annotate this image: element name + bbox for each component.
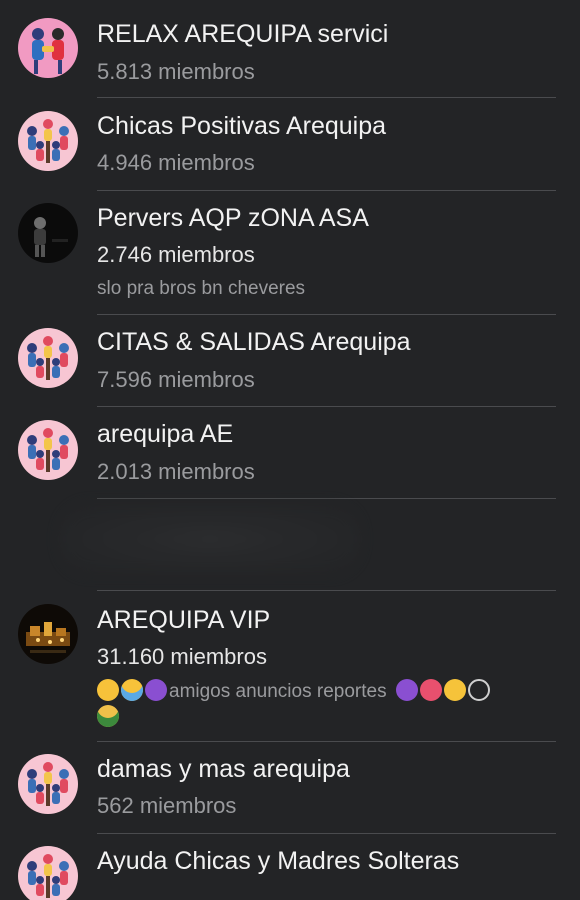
group-title: Chicas Positivas Arequipa — [97, 112, 387, 140]
member-count: 7.596 miembros — [97, 367, 255, 392]
list-item[interactable]: Pervers AQP zONA ASA 2.746 miembros slo … — [0, 190, 580, 315]
group-title: Ayuda Chicas y Madres Solteras — [97, 847, 460, 875]
group-illustration-avatar — [18, 754, 78, 814]
group-illustration-avatar — [18, 111, 78, 171]
group-title: damas y mas arequipa — [97, 755, 350, 783]
group-illustration-avatar — [18, 328, 78, 388]
list-item[interactable]: Chicas Positivas Arequipa 4.946 miembros — [0, 98, 580, 191]
sun-face-emoji — [443, 679, 466, 701]
heart-eyes-cat-emoji — [97, 679, 119, 701]
phone-emoji — [467, 679, 490, 701]
list-item[interactable]: damas y mas arequipa 562 miembros — [0, 741, 580, 834]
divider — [97, 498, 556, 499]
two-men-emoji — [97, 705, 119, 727]
member-count: 5.813 miembros — [97, 59, 255, 84]
list-item[interactable]: CITAS & SALIDAS Arequipa 7.596 miembros — [0, 315, 580, 407]
member-count: 31.160 miembros — [97, 644, 267, 669]
group-description: slo pra bros bn cheveres — [97, 278, 306, 299]
tulip-emoji — [419, 679, 442, 701]
group-title: RELAX AREQUIPA servici — [97, 20, 389, 48]
member-count: 4.946 miembros — [97, 150, 255, 175]
group-list: RELAX AREQUIPA servici 5.813 miembros Ch… — [0, 0, 580, 900]
group-title: Pervers AQP zONA ASA — [97, 204, 369, 232]
smiling-devil-emoji — [395, 679, 418, 701]
dark-photo-avatar — [18, 203, 78, 263]
list-item[interactable]: AREQUIPA VIP 31.160 miembros amigos anun… — [0, 591, 580, 742]
member-count: 2.013 miembros — [97, 459, 255, 484]
member-count: 2.746 miembros — [97, 242, 255, 267]
group-illustration-avatar — [18, 846, 78, 900]
list-item[interactable]: arequipa AE 2.013 miembros — [0, 407, 580, 499]
couple-illustration-avatar — [18, 18, 78, 78]
group-illustration-avatar — [18, 420, 78, 480]
smiling-devil-emoji — [145, 679, 167, 701]
group-description: amigos anuncios reportes — [97, 679, 492, 703]
list-item[interactable]: RELAX AREQUIPA servici 5.813 miembros — [0, 0, 580, 98]
list-item[interactable]: Ayuda Chicas y Madres Solteras — [0, 833, 580, 900]
city-night-avatar — [18, 604, 78, 664]
blurred-region — [60, 504, 360, 574]
group-title: CITAS & SALIDAS Arequipa — [97, 328, 411, 356]
screaming-face-emoji — [121, 679, 143, 701]
group-title: arequipa AE — [97, 420, 234, 448]
group-title: AREQUIPA VIP — [97, 606, 271, 634]
member-count: 562 miembros — [97, 793, 237, 818]
